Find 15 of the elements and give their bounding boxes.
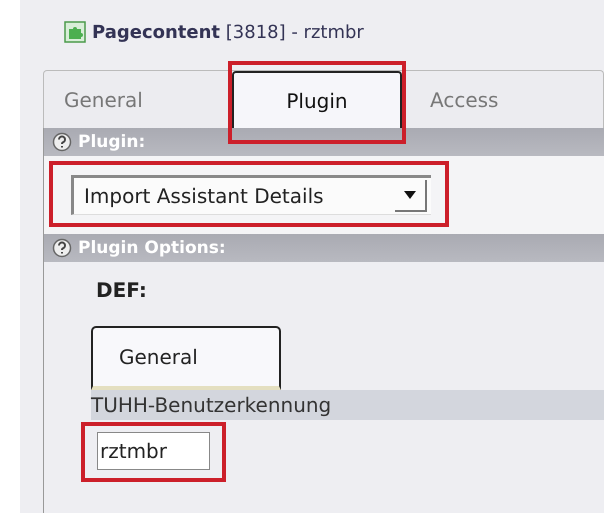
field-label: TUHH-Benutzerkennung (91, 393, 332, 417)
help-icon[interactable] (52, 238, 72, 258)
tab[interactable]: Plugin (232, 71, 402, 128)
input-field[interactable]: rztmbr (97, 432, 210, 470)
help-icon[interactable] (52, 132, 72, 152)
plugin-select[interactable]: Import Assistant Details (71, 175, 431, 215)
section-title: Plugin Options: (78, 238, 226, 258)
tab[interactable]: General (91, 326, 281, 390)
page-title: Pagecontent [3818] - rztmbr (92, 22, 364, 42)
caret-icon (404, 191, 416, 199)
def-label: DEF: (95, 277, 148, 304)
tab[interactable]: Access (410, 71, 590, 128)
section-title: Plugin: (78, 132, 146, 152)
puzzle-icon (64, 21, 86, 43)
tab[interactable]: General (44, 71, 224, 128)
